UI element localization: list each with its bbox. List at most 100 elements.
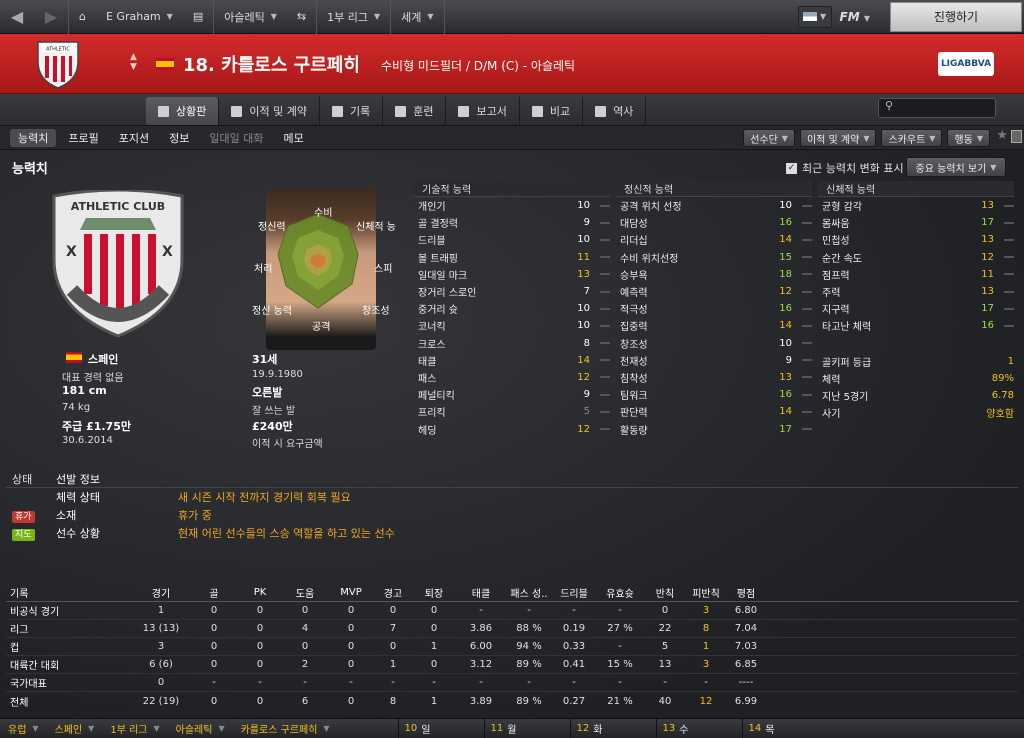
stats-cell: - <box>432 677 436 688</box>
stats-header-cell[interactable]: 경고 <box>374 585 412 600</box>
tab-6[interactable]: 역사 <box>583 97 647 125</box>
calendar-day-0[interactable]: 10 일 <box>397 718 484 738</box>
contract-icon <box>231 105 243 117</box>
breadcrumb-1[interactable]: 스페인 ▼ <box>47 721 103 736</box>
tab-label: 비교 <box>549 105 571 118</box>
star-icon[interactable]: ★ <box>996 128 1008 143</box>
attribute-name: 패스 <box>418 373 437 385</box>
stats-row: 컵 3 0 0 0 0 0 1 6.00 94 % 0.33 - 5 1 7.03 <box>6 638 1018 656</box>
key-attributes-dropdown[interactable]: 중요 능력치 보기 ▼ <box>906 157 1006 177</box>
attribute-name: 공격 위치 선정 <box>620 202 682 214</box>
league-menu[interactable]: 1부 리그 ▼ <box>317 0 390 34</box>
stats-cell: 0 <box>210 695 218 707</box>
stats-header-cell[interactable]: PK <box>238 587 282 598</box>
stats-header-cell[interactable]: 피반칙 <box>686 585 726 600</box>
club-menu[interactable]: 아슬레틱 ▼ <box>214 0 287 34</box>
calendar-day-1[interactable]: 11 월 <box>483 718 570 738</box>
attribute-name: 천재성 <box>620 356 648 368</box>
preferred-foot-detail: 잘 쓰는 발 <box>252 406 296 417</box>
attribute-name: 예측력 <box>620 288 648 300</box>
attribute-row: 코너킥 10 <box>414 317 610 334</box>
calendar-day-3[interactable]: 13 수 <box>655 718 742 738</box>
stats-cell: - <box>618 641 622 652</box>
calendar-day-4[interactable]: 14 목 <box>741 718 828 738</box>
preferred-foot: 오른발 <box>252 386 283 399</box>
stats-cell: - <box>349 677 353 688</box>
stats-cell: 3.86 <box>469 623 493 634</box>
subtab-2[interactable]: 포지션 <box>111 129 157 147</box>
stats-header-cell[interactable]: 패스 성.. <box>506 585 552 600</box>
attribute-row: 장거리 스로인 7 <box>414 283 610 300</box>
subtab-1[interactable]: 프로필 <box>60 129 106 147</box>
stats-header-cell[interactable]: 드리블 <box>552 585 596 600</box>
fm-menu[interactable]: FM ▼ <box>840 10 870 24</box>
action-button-1[interactable]: 이적 및 계약 ▼ <box>799 129 877 147</box>
change-indicator <box>802 290 812 293</box>
breadcrumb-2[interactable]: 1부 리그 ▼ <box>102 721 167 736</box>
stats-header-cell[interactable]: 경기 <box>132 585 190 600</box>
breadcrumb-0[interactable]: 유럽 ▼ <box>0 721 47 736</box>
checkbox-checked-icon[interactable]: ✓ <box>786 162 797 174</box>
breadcrumb-3[interactable]: 아슬레틱 ▼ <box>168 721 233 736</box>
transfers-button[interactable]: ⇆ <box>287 0 316 34</box>
world-menu[interactable]: 세계 ▼ <box>391 0 443 34</box>
tab-3[interactable]: 훈련 <box>383 97 447 125</box>
player-name: 18. 카를로스 구르페히 <box>183 55 360 76</box>
tab-0[interactable]: 상황판 <box>146 97 220 125</box>
stats-header-cell[interactable]: 평점 <box>726 585 766 600</box>
chevron-down-icon: ▼ <box>270 12 277 21</box>
forward-arrow-icon[interactable]: ▶ <box>34 0 68 34</box>
stats-header-cell[interactable]: 도움 <box>282 585 328 600</box>
attribute-name: 프리킥 <box>418 408 446 420</box>
manager-menu[interactable]: E Graham ▼ <box>96 0 183 34</box>
stats-cell: 21 % <box>607 695 633 707</box>
subtab-5[interactable]: 메모 <box>275 129 311 147</box>
home-button[interactable]: ⌂ <box>69 0 96 34</box>
subtab-0[interactable]: 능력치 <box>10 129 57 147</box>
stats-header-cell[interactable]: 골 <box>190 585 238 600</box>
tab-1[interactable]: 이적 및 계약 <box>219 97 320 125</box>
stats-header-cell[interactable]: 유효슛 <box>596 585 644 600</box>
attribute-value: 17 <box>981 303 994 315</box>
player-cycle-arrows[interactable]: ▲ ▼ <box>130 52 137 72</box>
stats-header-cell[interactable]: 태클 <box>456 585 506 600</box>
inbox-button[interactable]: ▤ <box>183 0 213 34</box>
stats-row: 국가대표 0- - - - - - - - - - - - ---- <box>6 674 1018 692</box>
stats-header-cell[interactable]: 퇴장 <box>412 585 456 600</box>
tab-label: 상황판 <box>176 105 207 118</box>
change-indicator <box>600 324 610 327</box>
nation-flag-menu[interactable]: ▼ <box>797 5 832 28</box>
attribute-value: 12 <box>577 371 590 383</box>
stats-cell: 27 % <box>607 623 633 634</box>
day-number: 11 <box>490 723 504 734</box>
tab-4[interactable]: 보고서 <box>446 97 520 125</box>
show-changes-toggle[interactable]: ✓ 최근 능력치 변화 표시 <box>786 160 904 176</box>
stats-header-cell[interactable]: MVP <box>328 587 374 598</box>
notes-icon[interactable] <box>1011 130 1022 143</box>
subtab-4[interactable]: 일대일 대화 <box>201 129 271 147</box>
wage: 주급 £1.75만 <box>62 420 131 433</box>
attribute-row: 리더십 14 <box>616 231 812 248</box>
tab-5[interactable]: 비교 <box>520 97 584 125</box>
action-button-0[interactable]: 선수단 ▼ <box>743 129 795 147</box>
stats-cell: 3.12 <box>469 659 493 670</box>
action-button-3[interactable]: 행동 ▼ <box>947 129 990 147</box>
stats-cell: 0 <box>210 659 218 670</box>
stats-header-cell[interactable]: 기록 <box>6 585 132 600</box>
subtab-3[interactable]: 정보 <box>161 129 197 147</box>
attribute-value: 13 <box>779 371 792 383</box>
breadcrumb-label: 아슬레틱 <box>175 725 213 736</box>
search-input[interactable]: ⚲ <box>878 98 996 118</box>
stats-cell: 1 <box>389 659 397 670</box>
breadcrumb-4[interactable]: 카를로스 구르페히 ▼ <box>233 721 338 736</box>
attribute-name: 순간 속도 <box>822 253 862 265</box>
status-badge: 휴가 <box>12 510 35 523</box>
stats-header-cell[interactable]: 반칙 <box>644 585 686 600</box>
calendar-day-2[interactable]: 12 화 <box>569 718 656 738</box>
action-button-2[interactable]: 스카우트 ▼ <box>881 129 943 147</box>
tab-2[interactable]: 기록 <box>320 97 384 125</box>
back-arrow-icon[interactable]: ◀ <box>0 0 34 34</box>
stats-cell: 전체 <box>10 697 29 709</box>
continue-button[interactable]: 진행하기 <box>890 1 1022 32</box>
stats-cell: 0 <box>430 605 438 616</box>
